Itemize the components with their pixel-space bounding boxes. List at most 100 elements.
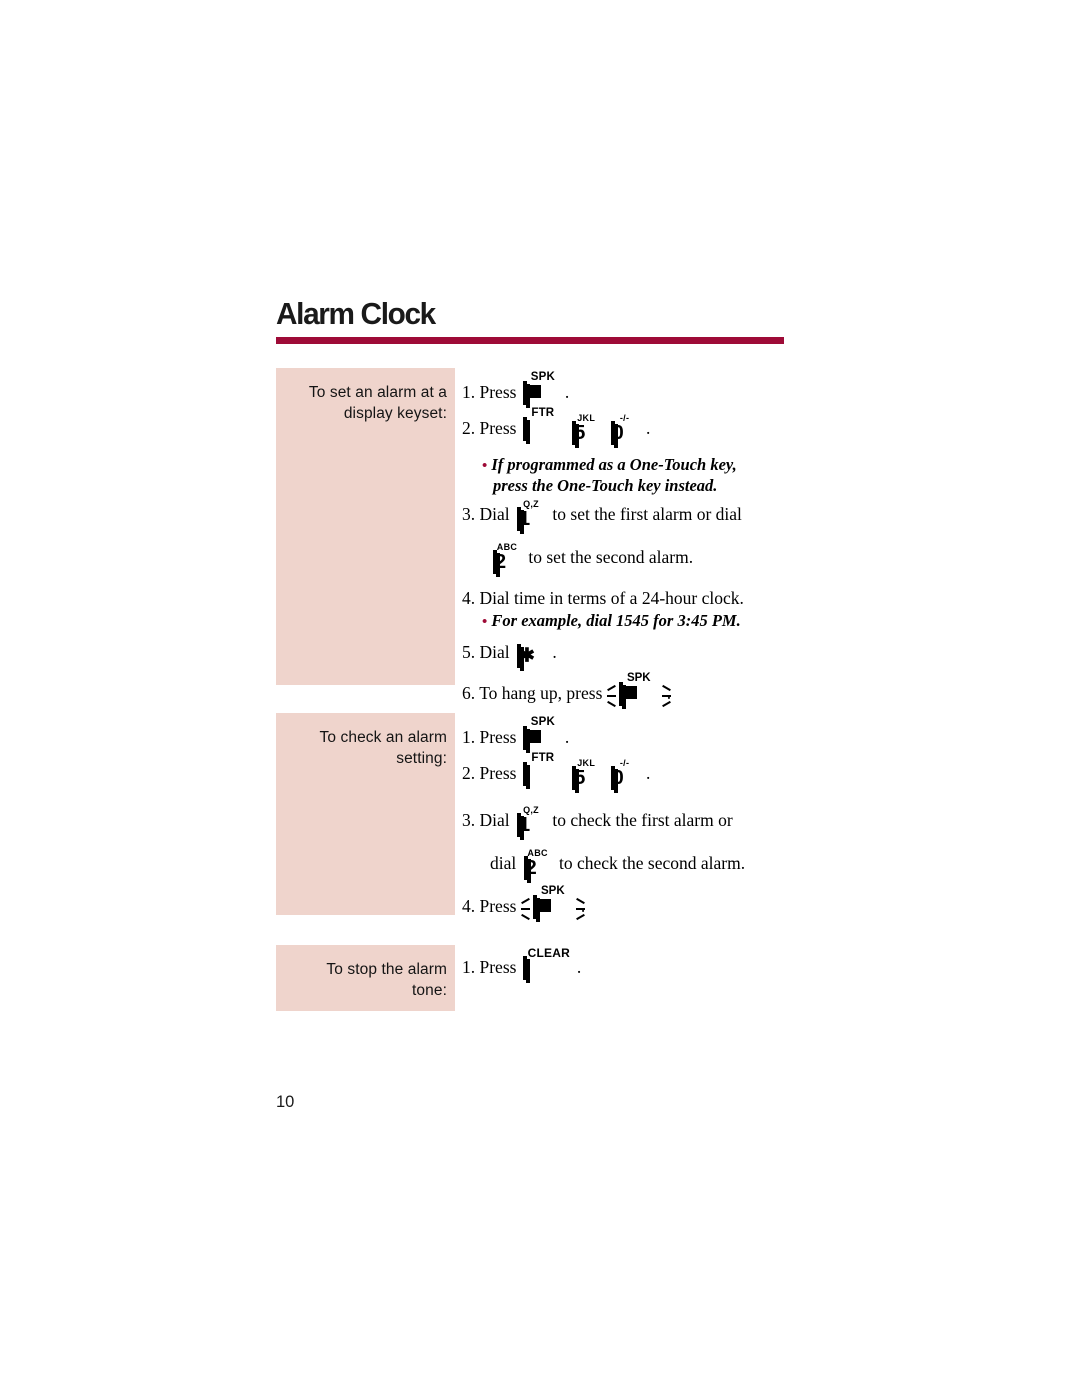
- note-example-time: • For example, dial 1545 for 3:45 PM.: [476, 611, 784, 632]
- spk-key-lit[interactable]: SPK: [606, 672, 671, 707]
- step-continuation: dial ABC 2 to check the second alarm.: [490, 849, 784, 884]
- ftr-key-cap: FTR: [531, 752, 555, 764]
- dialpad-key-0-body: 0: [610, 766, 624, 790]
- step-text: To hang up, press: [479, 682, 603, 703]
- spk-key-lit-cap: SPK: [541, 885, 565, 897]
- section-label-line-1: To set an alarm at a: [308, 384, 447, 401]
- clear-key[interactable]: CLEAR: [522, 947, 575, 980]
- step-text: Dial time in terms of a 24-hour clock.: [479, 588, 744, 608]
- spk-lit-rays-right: [574, 897, 586, 921]
- step-item: 3. Dial Q,Z 1 to check the first alarm o…: [462, 806, 784, 841]
- step-terminator: .: [645, 418, 651, 438]
- dialpad-key-5[interactable]: JKL 5: [572, 759, 600, 799]
- title-divider-rule: [276, 337, 784, 344]
- step-item: 1. Press CLEAR .: [462, 947, 784, 980]
- step-text: Press: [479, 418, 517, 438]
- step-text: Press: [479, 727, 517, 747]
- section-label-line-2: display keyset:: [343, 405, 447, 422]
- dialpad-key-5-body: 5: [572, 766, 586, 790]
- step-continuation: ABC 2 to set the second alarm.: [490, 543, 784, 578]
- step-item: 5. Dial ✱ .: [462, 641, 784, 668]
- ftr-key[interactable]: FTR: [522, 752, 563, 786]
- step-text: Press: [479, 382, 517, 402]
- step-number: 1.: [462, 727, 476, 747]
- ftr-key[interactable]: FTR: [522, 407, 563, 441]
- step-item: 2. Press FTR JKL 5 -/- 0 .: [462, 407, 784, 449]
- step-text: to check the first alarm or: [552, 810, 733, 830]
- step-item: 4. Dial time in terms of a 24-hour clock…: [462, 588, 784, 608]
- spk-key-lit-body: [532, 895, 551, 919]
- step-number: 5.: [462, 641, 476, 662]
- spk-key[interactable]: SPK: [522, 371, 563, 405]
- step-text: to set the second alarm.: [528, 547, 694, 567]
- step-text: dial: [490, 853, 517, 873]
- step-terminator: .: [645, 763, 651, 783]
- spk-key[interactable]: SPK: [522, 716, 563, 750]
- dialpad-key-star[interactable]: ✱: [517, 643, 545, 672]
- clear-key-body: [522, 956, 527, 980]
- step-number: 1.: [462, 957, 476, 977]
- step-item: 1. Press SPK .: [462, 716, 784, 750]
- step-number: 4.: [462, 588, 476, 608]
- dialpad-key-1[interactable]: Q,Z 1: [517, 806, 545, 846]
- step-text: Press: [479, 763, 517, 783]
- spk-key-cap: SPK: [530, 371, 555, 383]
- step-item: 2. Press FTR JKL 5 -/- 0 .: [462, 752, 784, 794]
- note-one-touch: • If programmed as a One-Touch key, pres…: [476, 455, 784, 496]
- dialpad-key-2[interactable]: ABC 2: [493, 543, 521, 583]
- step-number: 1.: [462, 382, 476, 402]
- dialpad-key-0[interactable]: -/- 0: [610, 759, 639, 799]
- step-item: 4. Press SPK .: [462, 885, 784, 921]
- section-label-line-1: To stop the alarm: [326, 961, 447, 978]
- spk-lit-rays-left: [606, 684, 618, 707]
- step-number: 6.: [462, 682, 476, 703]
- step-number: 2.: [462, 763, 476, 783]
- dialpad-key-0[interactable]: -/- 0: [610, 414, 639, 454]
- step-number: 2.: [462, 418, 476, 438]
- dialpad-key-5-body: 5: [572, 421, 586, 445]
- spk-lamp-indicator: [622, 685, 637, 699]
- spk-lit-rays-right: [660, 684, 672, 707]
- section-label-check-alarm: To check an alarm setting:: [276, 713, 455, 915]
- ftr-key-cap: FTR: [531, 407, 555, 419]
- steps-check-alarm: 1. Press SPK . 2. Press FTR JKL 5 -/- 0 …: [462, 716, 784, 921]
- page-number: 10: [276, 1093, 295, 1111]
- bullet-marker: •: [482, 613, 488, 630]
- section-label-set-alarm: To set an alarm at a display keyset:: [276, 368, 455, 685]
- step-text: Dial: [479, 504, 510, 524]
- step-text: Dial: [479, 641, 510, 662]
- spk-lamp-indicator: [536, 899, 551, 912]
- dialpad-key-0-body: 0: [610, 421, 624, 445]
- spk-key-body: [522, 726, 541, 750]
- step-number: 3.: [462, 504, 476, 524]
- step-terminator: .: [576, 957, 582, 977]
- clear-key-cap: CLEAR: [527, 946, 570, 960]
- dialpad-key-5[interactable]: JKL 5: [572, 414, 600, 454]
- dialpad-key-2-body: 2: [523, 856, 537, 880]
- spk-key-lit[interactable]: SPK: [520, 885, 585, 921]
- dialpad-key-star-body: ✱: [517, 643, 535, 668]
- section-label-line-2: tone:: [412, 982, 447, 999]
- ftr-key-body: [522, 762, 527, 786]
- step-item: 6. To hang up, press SPK .: [462, 672, 784, 707]
- manual-page: Alarm Clock To set an alarm at a display…: [0, 0, 1080, 1397]
- spk-key-cap: SPK: [530, 716, 555, 728]
- step-item: 1. Press SPK .: [462, 371, 784, 405]
- note-line-2: press the One-Touch key instead.: [493, 476, 718, 495]
- dialpad-key-2-body: 2: [493, 550, 507, 574]
- spk-key-lit-body: [618, 681, 637, 706]
- bullet-marker: •: [482, 458, 488, 474]
- dialpad-key-1[interactable]: Q,Z 1: [517, 500, 545, 540]
- spk-key-lit-cap: SPK: [626, 671, 651, 684]
- section-label-line-2: setting:: [396, 750, 447, 767]
- step-text: Dial: [479, 810, 510, 830]
- steps-stop-tone: 1. Press CLEAR .: [462, 947, 784, 980]
- step-item: 3. Dial Q,Z 1 to set the first alarm or …: [462, 500, 784, 535]
- spk-key-body: [522, 381, 541, 405]
- step-text: to check the second alarm.: [559, 853, 746, 873]
- note-line-1: If programmed as a One-Touch key,: [491, 455, 737, 474]
- step-text: to set the first alarm or dial: [552, 504, 742, 524]
- step-terminator: .: [552, 641, 557, 662]
- dialpad-key-1-body: 1: [517, 813, 531, 837]
- page-title: Alarm Clock: [276, 296, 436, 331]
